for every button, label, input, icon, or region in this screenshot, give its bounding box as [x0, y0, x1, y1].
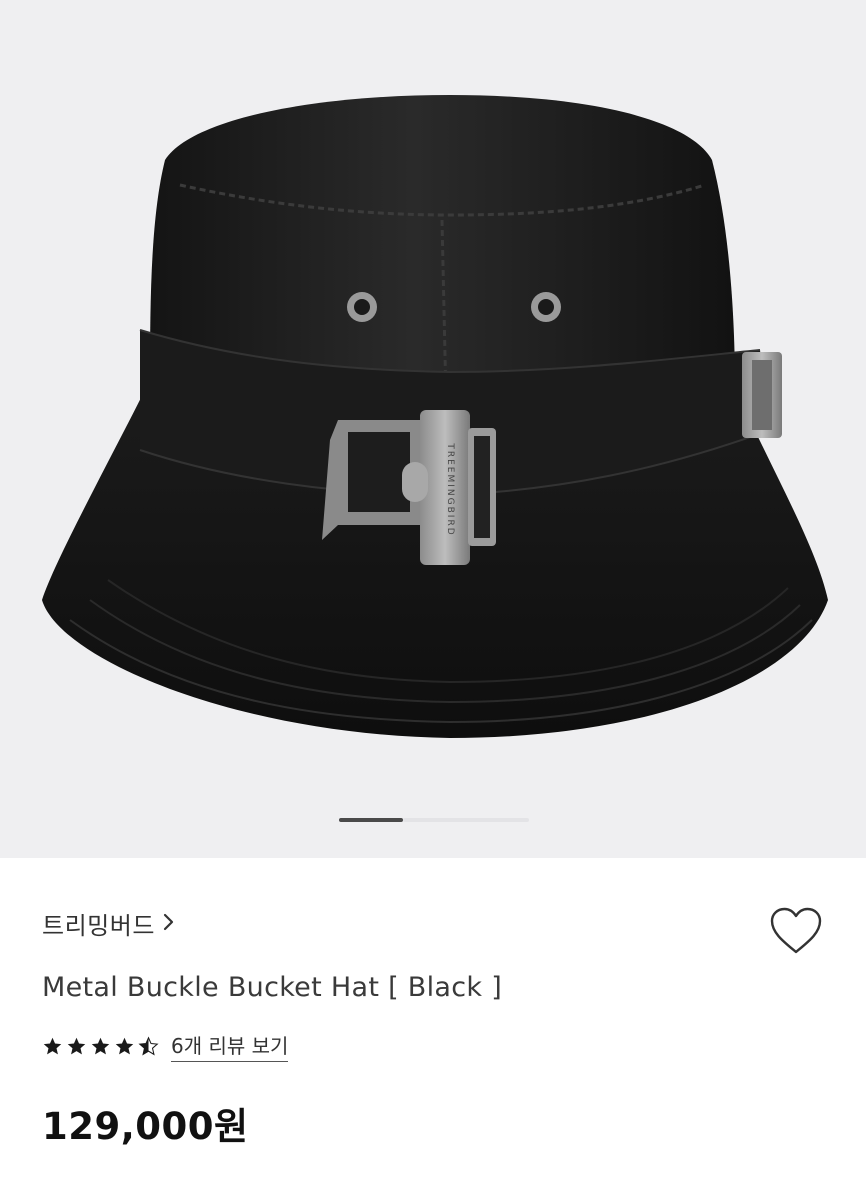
product-image: TREEMINGBIRD: [42, 95, 828, 738]
pager-track: [403, 818, 529, 822]
wishlist-button[interactable]: [768, 906, 824, 956]
product-info: 트리밍버드 Metal Buckle Bucket Hat [ Black ] …: [0, 858, 866, 1200]
buckle-engraving: TREEMINGBIRD: [445, 442, 455, 536]
star-icon: [115, 1037, 134, 1054]
product-image-gallery[interactable]: TREEMINGBIRD: [0, 0, 866, 858]
rating-row: 6개 리뷰 보기: [42, 1030, 289, 1062]
star-icon: [67, 1037, 86, 1054]
heart-outline-icon: [770, 907, 822, 954]
star-icon: [43, 1037, 62, 1054]
product-title: Metal Buckle Bucket Hat [ Black ]: [42, 972, 503, 1003]
brand-name: 트리밍버드: [42, 912, 155, 940]
star-icon: [138, 1035, 159, 1055]
product-price: 129,000원: [42, 1105, 249, 1148]
star-icon: [91, 1037, 110, 1054]
chevron-right-icon: [163, 912, 175, 936]
review-link[interactable]: 6개 리뷰 보기: [171, 1030, 289, 1062]
rating-stars: [42, 1035, 159, 1057]
pager-active-segment: [339, 818, 403, 822]
brand-link[interactable]: 트리밍버드: [42, 906, 175, 941]
image-pager[interactable]: [339, 818, 529, 823]
